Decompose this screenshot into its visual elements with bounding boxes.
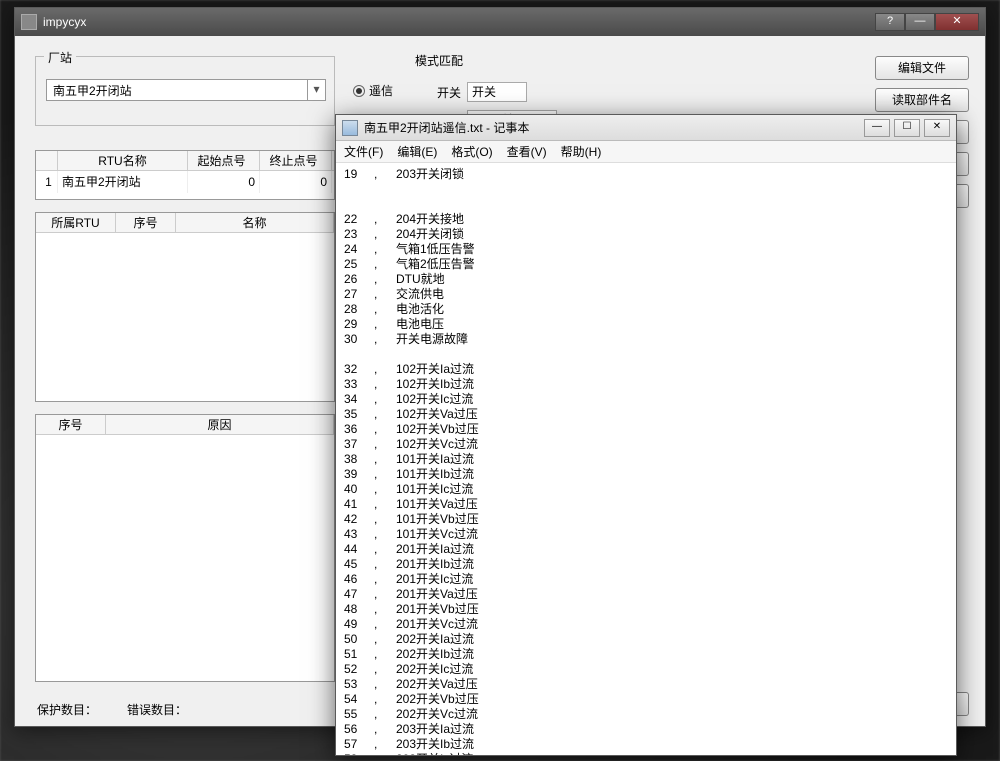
text-line: 52,202开关Ic过流	[344, 662, 948, 677]
main-titlebar[interactable]: impycyx ? — ✕	[15, 8, 985, 36]
reason-table: 序号 原因	[35, 414, 335, 682]
radio-yaoxin[interactable]: 遥信	[353, 82, 393, 99]
station-combo[interactable]: 南五甲2开闭站 ▾	[46, 79, 326, 101]
text-line: 41,101开关Va过压	[344, 497, 948, 512]
rtu-hdr-name: RTU名称	[58, 151, 188, 170]
menu-help[interactable]: 帮助(H)	[561, 143, 602, 160]
np-minimize-button[interactable]: —	[864, 119, 890, 137]
text-line: 37,102开关Vc过流	[344, 437, 948, 452]
rtu-hdr-start: 起始点号	[188, 151, 260, 170]
edit-file-button[interactable]: 编辑文件	[875, 56, 969, 80]
text-line: 26,DTU就地	[344, 272, 948, 287]
text-line: 40,101开关Ic过流	[344, 482, 948, 497]
text-line: 25,气箱2低压告警	[344, 257, 948, 272]
mid-table: 所属RTU 序号 名称	[35, 212, 335, 402]
text-line: 50,202开关Ia过流	[344, 632, 948, 647]
mode-label: 模式匹配	[415, 52, 463, 69]
text-line: 56,203开关Ia过流	[344, 722, 948, 737]
text-line: 39,101开关Ib过流	[344, 467, 948, 482]
text-line: 51,202开关Ib过流	[344, 647, 948, 662]
chevron-down-icon[interactable]: ▾	[307, 80, 325, 100]
protect-count-label: 保护数目：	[37, 701, 97, 718]
text-line: 58,203开关Ic过流	[344, 752, 948, 755]
minimize-button[interactable]: —	[905, 13, 935, 31]
switch-input[interactable]: 开关	[467, 82, 527, 102]
text-line: 55,202开关Vc过流	[344, 707, 948, 722]
mid-hdr-name: 名称	[176, 213, 334, 232]
station-group: 厂站 南五甲2开闭站 ▾	[35, 56, 335, 126]
text-line: 42,101开关Vb过压	[344, 512, 948, 527]
row-name: 南五甲2开闭站	[58, 171, 188, 193]
text-line: 30,开关电源故障	[344, 332, 948, 347]
text-line: 48,201开关Vb过压	[344, 602, 948, 617]
text-line: 49,201开关Vc过流	[344, 617, 948, 632]
notepad-icon	[342, 120, 358, 136]
notepad-titlebar[interactable]: 南五甲2开闭站遥信.txt - 记事本 — ☐ ✕	[336, 115, 956, 141]
station-label: 厂站	[44, 49, 76, 66]
text-line: 23,204开关闭锁	[344, 227, 948, 242]
station-value: 南五甲2开闭站	[53, 82, 132, 99]
text-line: 45,201开关Ib过流	[344, 557, 948, 572]
text-line: 28,电池活化	[344, 302, 948, 317]
menu-view[interactable]: 查看(V)	[507, 143, 547, 160]
text-line: 19,203开关闭锁	[344, 167, 948, 182]
rtu-table: RTU名称 起始点号 终止点号 1 南五甲2开闭站 0 0	[35, 150, 335, 200]
notepad-title: 南五甲2开闭站遥信.txt - 记事本	[364, 119, 864, 136]
text-line: 54,202开关Vb过压	[344, 692, 948, 707]
text-line: 33,102开关Ib过流	[344, 377, 948, 392]
text-line: 43,101开关Vc过流	[344, 527, 948, 542]
row-idx: 1	[36, 171, 58, 193]
np-maximize-button[interactable]: ☐	[894, 119, 920, 137]
text-line: 38,101开关Ia过流	[344, 452, 948, 467]
close-button[interactable]: ✕	[935, 13, 979, 31]
text-line: 57,203开关Ib过流	[344, 737, 948, 752]
switch-label: 开关	[437, 84, 461, 101]
mid-hdr-rtu: 所属RTU	[36, 213, 116, 232]
row-end: 0	[260, 171, 332, 193]
menu-file[interactable]: 文件(F)	[344, 143, 383, 160]
notepad-menubar: 文件(F) 编辑(E) 格式(O) 查看(V) 帮助(H)	[336, 141, 956, 163]
status-line: 保护数目： 错误数目：	[37, 701, 187, 718]
table-row[interactable]: 1 南五甲2开闭站 0 0	[36, 171, 334, 193]
main-title: impycyx	[43, 15, 875, 29]
mid-hdr-seq: 序号	[116, 213, 176, 232]
menu-edit[interactable]: 编辑(E)	[397, 143, 437, 160]
text-line: 53,202开关Va过压	[344, 677, 948, 692]
radio-dot-icon	[353, 85, 365, 97]
menu-format[interactable]: 格式(O)	[451, 143, 492, 160]
text-line: 44,201开关Ia过流	[344, 542, 948, 557]
text-line: 47,201开关Va过压	[344, 587, 948, 602]
rtu-hdr-end: 终止点号	[260, 151, 332, 170]
text-line: 24,气箱1低压告警	[344, 242, 948, 257]
notepad-textarea[interactable]: 19,203开关闭锁 22,204开关接地23,204开关闭锁24,气箱1低压告警…	[336, 163, 956, 755]
text-line: 36,102开关Vb过压	[344, 422, 948, 437]
help-button[interactable]: ?	[875, 13, 905, 31]
text-line: 34,102开关Ic过流	[344, 392, 948, 407]
rtu-hdr-idx	[36, 151, 58, 170]
app-icon	[21, 14, 37, 30]
text-line: 29,电池电压	[344, 317, 948, 332]
reason-hdr-seq: 序号	[36, 415, 106, 434]
notepad-window: 南五甲2开闭站遥信.txt - 记事本 — ☐ ✕ 文件(F) 编辑(E) 格式…	[335, 114, 957, 756]
error-count-label: 错误数目：	[127, 701, 187, 718]
np-close-button[interactable]: ✕	[924, 119, 950, 137]
read-parts-button[interactable]: 读取部件名	[875, 88, 969, 112]
text-line: 35,102开关Va过压	[344, 407, 948, 422]
text-line: 32,102开关Ia过流	[344, 362, 948, 377]
text-line: 22,204开关接地	[344, 212, 948, 227]
row-start: 0	[188, 171, 260, 193]
text-line: 46,201开关Ic过流	[344, 572, 948, 587]
text-line: 27,交流供电	[344, 287, 948, 302]
reason-hdr-reason: 原因	[106, 415, 334, 434]
